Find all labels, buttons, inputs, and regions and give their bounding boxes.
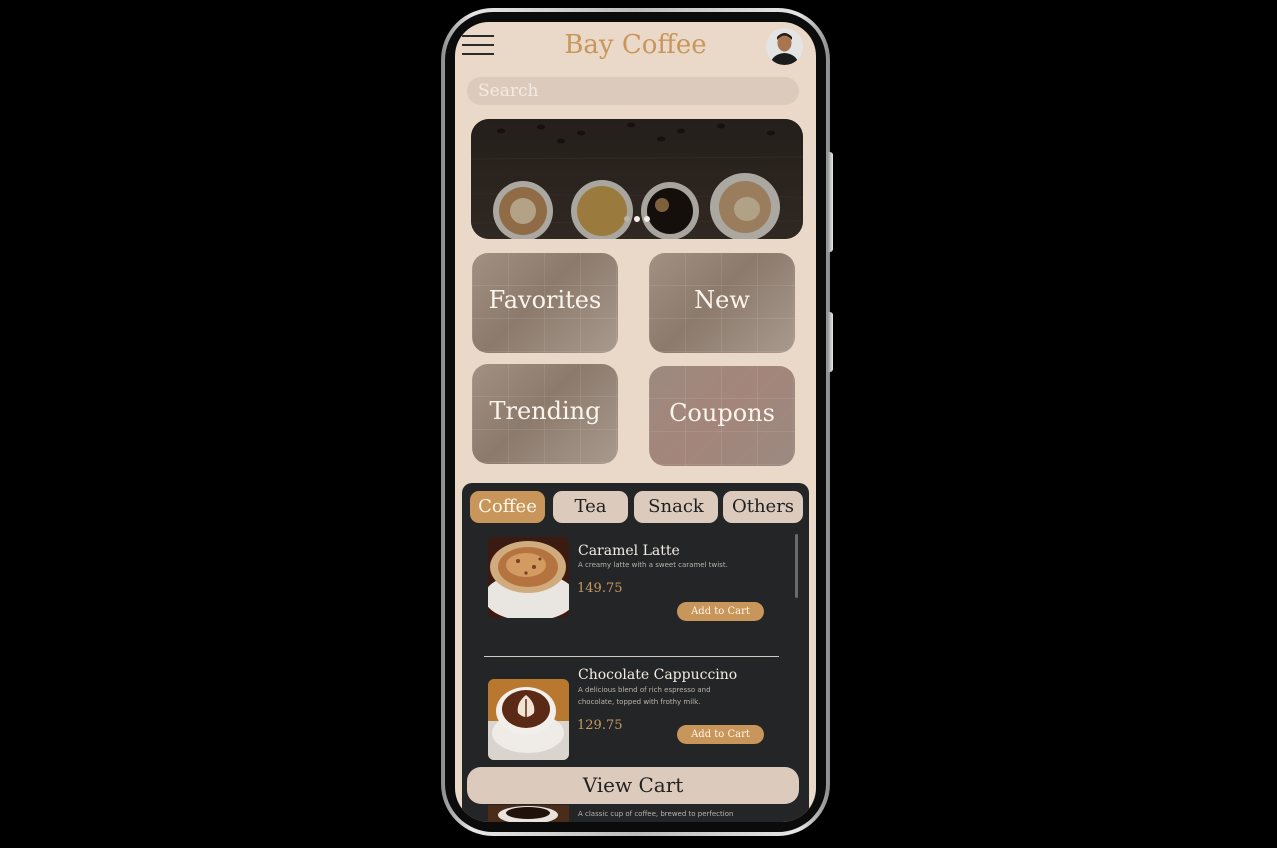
app-screen: Bay Coffee Search Favorites New Trending… bbox=[455, 22, 816, 822]
tile-new[interactable]: New bbox=[649, 253, 795, 353]
tab-others[interactable]: Others bbox=[723, 491, 803, 523]
carousel-dots bbox=[471, 216, 803, 222]
tile-label: Trending bbox=[489, 397, 601, 425]
item-name: Caramel Latte bbox=[578, 543, 680, 559]
item-price: 129.75 bbox=[577, 718, 623, 733]
item-description: A classic cup of coffee, brewed to perfe… bbox=[578, 810, 734, 818]
add-to-cart-button[interactable]: Add to Cart bbox=[677, 602, 764, 621]
tile-label: Favorites bbox=[488, 286, 602, 314]
tab-tea[interactable]: Tea bbox=[553, 491, 628, 523]
tile-label: New bbox=[694, 286, 750, 314]
add-to-cart-button[interactable]: Add to Cart bbox=[677, 725, 764, 744]
tab-coffee[interactable]: Coffee bbox=[470, 491, 545, 523]
item-description: A creamy latte with a sweet caramel twis… bbox=[578, 561, 728, 569]
avatar[interactable] bbox=[766, 28, 803, 65]
tile-label: Coupons bbox=[669, 399, 775, 427]
carousel-dot-2[interactable] bbox=[634, 216, 640, 222]
chocolate-cappuccino-image bbox=[488, 679, 569, 760]
caramel-latte-image bbox=[488, 537, 569, 618]
volume-button bbox=[828, 152, 833, 252]
item-divider bbox=[484, 656, 779, 657]
item-description: A delicious blend of rich espresso and c… bbox=[578, 686, 711, 706]
tab-snack[interactable]: Snack bbox=[634, 491, 718, 523]
app-title: Bay Coffee bbox=[564, 30, 707, 60]
tile-favorites[interactable]: Favorites bbox=[472, 253, 618, 353]
carousel-dot-1[interactable] bbox=[624, 216, 630, 222]
view-cart-button[interactable]: View Cart bbox=[467, 767, 799, 804]
classic-coffee-image bbox=[488, 805, 569, 822]
item-price: 149.75 bbox=[577, 581, 623, 596]
power-button bbox=[828, 312, 833, 372]
item-name: Chocolate Cappuccino bbox=[578, 667, 738, 683]
tile-coupons[interactable]: Coupons bbox=[649, 366, 795, 466]
carousel-dot-3[interactable] bbox=[644, 216, 650, 222]
search-input[interactable] bbox=[467, 77, 799, 105]
list-scrollbar[interactable] bbox=[795, 534, 798, 598]
tile-trending[interactable]: Trending bbox=[472, 364, 618, 464]
hero-carousel[interactable] bbox=[471, 119, 803, 239]
